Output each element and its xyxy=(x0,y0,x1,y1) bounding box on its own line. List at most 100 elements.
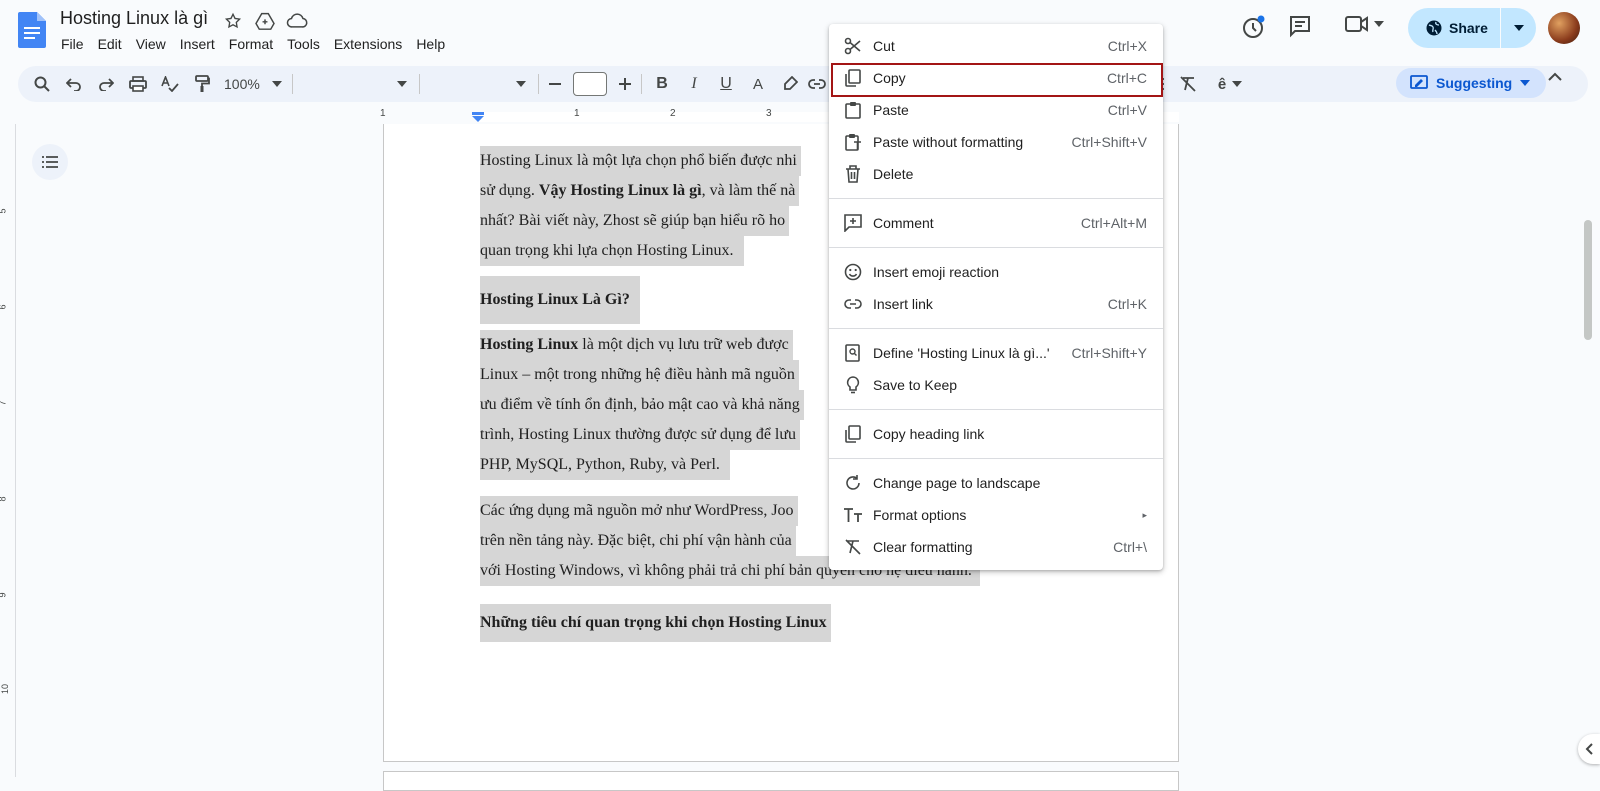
menu-item-cut[interactable]: Cut Ctrl+X xyxy=(829,30,1163,62)
indent-marker-icon[interactable] xyxy=(472,112,484,122)
paint-format-icon[interactable] xyxy=(186,70,218,98)
heading-1[interactable]: Hosting Linux Là Gì? xyxy=(480,276,640,324)
zoom-select[interactable]: 100% xyxy=(218,70,288,98)
zoom-caret-icon xyxy=(272,81,282,87)
spellcheck-icon[interactable] xyxy=(154,70,186,98)
menu-item-comment[interactable]: Comment Ctrl+Alt+M xyxy=(829,207,1163,239)
menu-format[interactable]: Format xyxy=(222,34,280,54)
menu-item-clear-formatting[interactable]: Clear formatting Ctrl+\ xyxy=(829,531,1163,563)
video-camera-icon xyxy=(1344,14,1370,34)
style-caret-icon xyxy=(397,81,407,87)
copy-link-icon xyxy=(843,424,863,444)
version-history-icon[interactable] xyxy=(1240,14,1266,40)
editing-mode-select[interactable]: Suggesting xyxy=(1396,68,1546,98)
menu-item-insert-emoji-reaction[interactable]: Insert emoji reaction xyxy=(829,256,1163,288)
menu-extensions[interactable]: Extensions xyxy=(327,34,409,54)
menu-item-shortcut: Ctrl+Shift+Y xyxy=(1071,345,1147,361)
menu-item-copy-heading-link[interactable]: Copy heading link xyxy=(829,418,1163,450)
decrease-font-size-icon[interactable] xyxy=(543,70,567,98)
search-menus-icon[interactable] xyxy=(26,70,58,98)
account-avatar[interactable] xyxy=(1548,12,1580,44)
highlight-color-icon[interactable] xyxy=(774,70,806,98)
print-icon[interactable] xyxy=(122,70,154,98)
menu-item-change-to-landscape[interactable]: Change page to landscape xyxy=(829,467,1163,499)
paragraph-definition[interactable]: Hosting Linux là một dịch vụ lưu trữ web… xyxy=(480,330,804,480)
vertical-scrollbar[interactable] xyxy=(1584,220,1592,340)
redo-icon[interactable] xyxy=(90,70,122,98)
dictionary-icon xyxy=(843,343,863,363)
menu-edit[interactable]: Edit xyxy=(91,34,129,54)
menu-item-save-to-keep[interactable]: Save to Keep xyxy=(829,369,1163,401)
text-color-icon[interactable]: A xyxy=(742,70,774,98)
menu-item-define[interactable]: Define 'Hosting Linux là gì...' Ctrl+Shi… xyxy=(829,337,1163,369)
lightbulb-icon xyxy=(843,375,863,395)
menu-item-label: Copy xyxy=(873,70,906,86)
comments-icon[interactable] xyxy=(1288,14,1312,38)
vertical-ruler[interactable]: 5 6 7 8 9 10 xyxy=(0,124,16,777)
chevron-up-icon[interactable] xyxy=(1548,72,1562,81)
menu-help[interactable]: Help xyxy=(409,34,452,54)
star-icon[interactable] xyxy=(222,10,244,32)
menu-item-paste-without-formatting[interactable]: Paste without formatting Ctrl+Shift+V xyxy=(829,126,1163,158)
heading-2[interactable]: Những tiêu chí quan trọng khi chọn Hosti… xyxy=(480,604,831,642)
share-main-button[interactable]: Share xyxy=(1408,8,1500,48)
document-outline-button[interactable] xyxy=(32,144,68,180)
input-tools-select[interactable]: ê xyxy=(1210,70,1250,98)
underline-icon[interactable]: U xyxy=(710,70,742,98)
menu-file[interactable]: File xyxy=(54,34,91,54)
suggest-edit-icon xyxy=(1410,75,1428,91)
menu-item-insert-link[interactable]: Insert link Ctrl+K xyxy=(829,288,1163,320)
menu-item-label: Paste xyxy=(873,102,909,118)
italic-icon[interactable]: I xyxy=(678,70,710,98)
google-docs-logo-icon[interactable] xyxy=(18,12,46,48)
font-family-select[interactable] xyxy=(424,70,534,98)
menu-item-label: Cut xyxy=(873,38,895,54)
text-line: quan trọng khi lựa chọn Hosting Linux. xyxy=(480,236,744,266)
chevron-left-icon xyxy=(1585,743,1593,755)
menu-tools[interactable]: Tools xyxy=(280,34,327,54)
clear-formatting-icon[interactable] xyxy=(1174,70,1202,98)
side-panel-toggle[interactable] xyxy=(1578,734,1600,764)
menu-item-format-options[interactable]: Format options ▸ xyxy=(829,499,1163,531)
text-run: , và làm thế nà xyxy=(701,182,796,199)
text-line: Linux – một trong những hệ điều hành mã … xyxy=(480,360,799,390)
share-button[interactable]: Share xyxy=(1408,8,1536,48)
menu-divider xyxy=(829,458,1163,459)
menu-divider xyxy=(829,409,1163,410)
menu-item-label: Paste without formatting xyxy=(873,134,1024,150)
font-size-input[interactable] xyxy=(573,72,607,96)
share-label: Share xyxy=(1449,20,1488,36)
menu-item-delete[interactable]: Delete xyxy=(829,158,1163,190)
menu-item-label: Format options xyxy=(873,507,967,523)
menu-item-copy[interactable]: Copy Ctrl+C xyxy=(829,62,1163,94)
bold-icon[interactable]: B xyxy=(646,70,678,98)
ruler-number: 1 xyxy=(380,108,386,119)
increase-font-size-icon[interactable] xyxy=(613,70,637,98)
menu-insert[interactable]: Insert xyxy=(173,34,222,54)
ruler-number: 2 xyxy=(670,108,676,119)
submenu-arrow-icon: ▸ xyxy=(1142,509,1147,520)
text-line: Hosting Linux là một lựa chọn phổ biến đ… xyxy=(480,146,801,176)
menu-item-shortcut: Ctrl+Alt+M xyxy=(1080,215,1147,231)
mode-caret-icon xyxy=(1520,80,1531,86)
input-caret-icon xyxy=(1232,81,1243,87)
move-to-drive-icon[interactable] xyxy=(254,10,276,32)
menu-view[interactable]: View xyxy=(129,34,173,54)
paragraph-style-select[interactable] xyxy=(297,70,415,98)
paragraph-intro[interactable]: Hosting Linux là một lựa chọn phổ biến đ… xyxy=(480,146,801,266)
text-run: sử dụng. xyxy=(480,182,539,199)
undo-icon[interactable] xyxy=(58,70,90,98)
cloud-saved-icon[interactable] xyxy=(286,10,308,32)
menu-item-label: Insert emoji reaction xyxy=(873,264,1000,280)
menu-item-label: Define 'Hosting Linux là gì...' xyxy=(873,345,1050,361)
toolbar-divider xyxy=(538,74,539,94)
share-dropdown-button[interactable] xyxy=(1501,25,1536,31)
formatting-toolbar: 100% B I U A ê Suggesting xyxy=(18,66,1588,102)
next-document-page[interactable] xyxy=(383,771,1179,791)
insert-link-icon[interactable] xyxy=(806,70,828,98)
meet-button[interactable] xyxy=(1344,14,1384,34)
bold-text-run: Vậy Hosting Linux là gì xyxy=(538,182,702,199)
globe-icon xyxy=(1426,20,1442,36)
document-title[interactable]: Hosting Linux là gì xyxy=(60,8,208,29)
menu-item-paste[interactable]: Paste Ctrl+V xyxy=(829,94,1163,126)
